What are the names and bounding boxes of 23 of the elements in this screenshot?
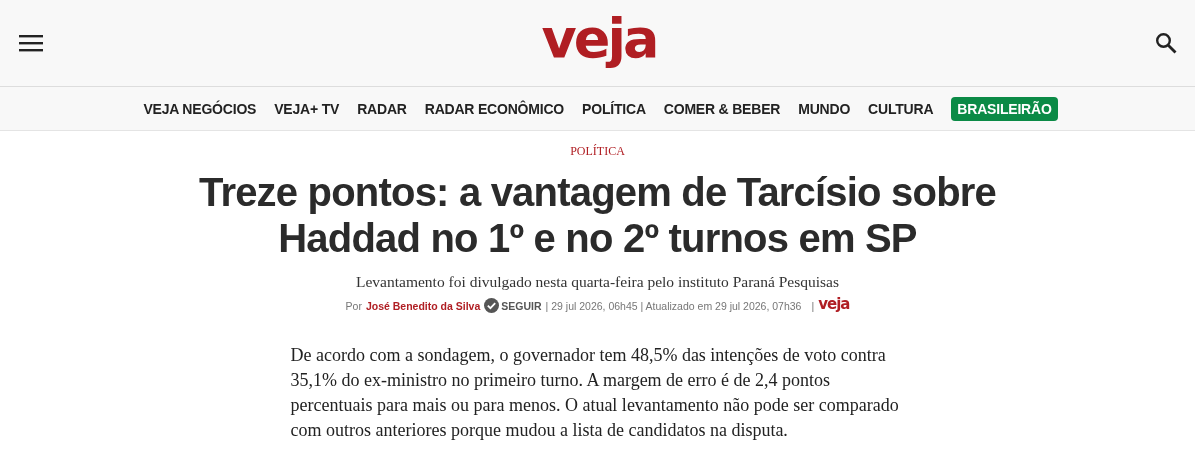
check-icon [484, 298, 500, 313]
publish-dates: | 29 jul 2026, 06h45 | Atualizado em 29 jul 2026, 07h36 [545, 299, 802, 312]
search-icon[interactable] [1155, 32, 1177, 54]
nav-link[interactable]: VEJA+ TV [274, 100, 340, 117]
headline: Treze pontos: a vantagem de Tarcísio sobre Haddad no 1º e no 2º turnos em SP [198, 169, 997, 261]
article-paragraph: De acordo com a sondagem, o governador tem 48,5% das intenções de voto contra 35,1% do ex-ministro no primeiro turno. A margem de erro é de 2,4 pontos percentuais para mais ou para menos. O atual levantamento não pode ser comparado com outros anteriores porque mudou a lista de candidatos na disputa. [290, 344, 900, 442]
menu-icon[interactable] [19, 34, 43, 52]
author-link[interactable]: José Benedito da Silva [365, 299, 481, 312]
nav-link[interactable]: RADAR [357, 100, 407, 117]
highlighted-nav-link[interactable]: BRASILEIRÃO [951, 96, 1058, 121]
section-link[interactable]: POLÍTICA [570, 144, 625, 159]
subheadline: Levantamento foi divulgado nesta quarta-feira pelo instituto Paraná Pesquisas [356, 273, 839, 291]
separator: | [811, 299, 815, 312]
nav-link[interactable]: VEJA NEGÓCIOS [143, 100, 257, 117]
follow-button[interactable]: SEGUIR [484, 298, 542, 313]
nav-link[interactable]: CULTURA [868, 100, 934, 117]
nav-link[interactable]: COMER & BEBER [663, 100, 781, 117]
nav-link[interactable]: RADAR ECONÔMICO [424, 100, 565, 117]
logo[interactable]: veja [541, 12, 657, 66]
nav-link[interactable]: POLÍTICA [582, 100, 646, 117]
brand-logo: veja [818, 295, 850, 313]
nav-link[interactable]: MUNDO [798, 100, 851, 117]
byline-prefix: Por [345, 299, 362, 312]
